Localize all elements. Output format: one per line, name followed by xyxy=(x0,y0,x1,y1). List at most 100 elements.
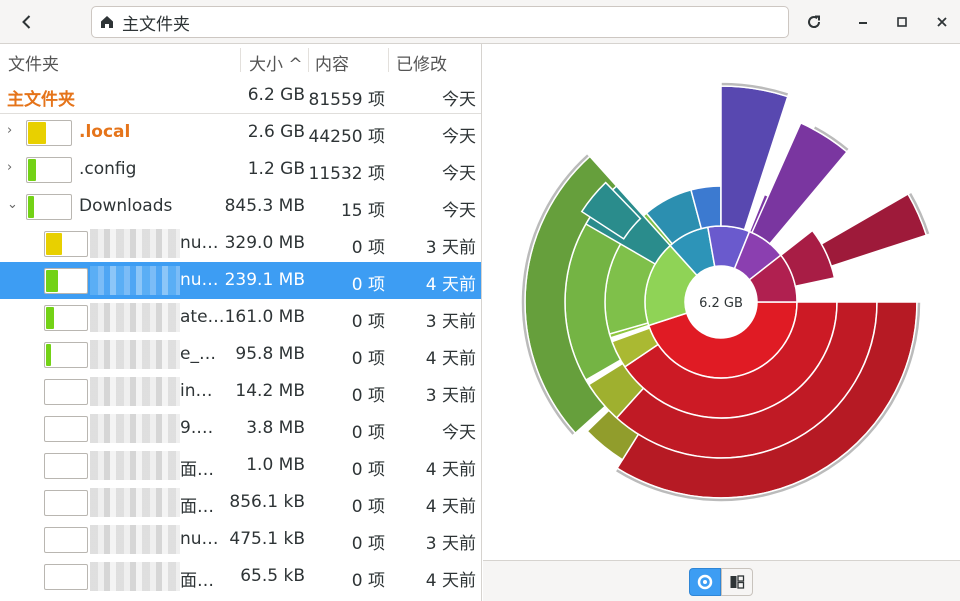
redacted-name xyxy=(90,451,180,480)
ring-chart[interactable]: 6.2 GB xyxy=(483,44,960,560)
root-contents: 81559 项 xyxy=(308,90,385,110)
ring-segment[interactable] xyxy=(820,192,928,268)
row-modified: 今天 xyxy=(442,201,476,221)
column-folder[interactable]: 文件夹 xyxy=(8,50,59,75)
refresh-button[interactable] xyxy=(798,6,830,38)
close-button[interactable] xyxy=(928,8,956,36)
row-name: Downloads xyxy=(79,196,173,216)
row-name: in… xyxy=(180,381,213,401)
column-modified[interactable]: 已修改 xyxy=(396,50,447,75)
redacted-name xyxy=(90,229,180,258)
close-icon xyxy=(937,17,947,27)
list-row[interactable]: nu… 475.1 kB 0 项 3 天前 xyxy=(0,521,481,558)
root-name: 主文件夹 xyxy=(7,90,75,110)
row-contents: 0 项 xyxy=(351,386,385,406)
row-contents: 0 项 xyxy=(351,275,385,295)
list-row[interactable]: nu… 239.1 MB 0 项 4 天前 xyxy=(0,262,481,299)
redacted-name xyxy=(90,377,180,406)
row-contents: 0 项 xyxy=(351,534,385,554)
row-size: 475.1 kB xyxy=(229,529,305,549)
root-row[interactable]: 主文件夹 6.2 GB 81559 项 今天 xyxy=(0,77,481,114)
row-modified: 3 天前 xyxy=(425,312,476,332)
redacted-name xyxy=(90,414,180,443)
folder-list: 文件夹 大小 ^ 内容 已修改 主文件夹 6.2 GB 81559 项 今天 ›… xyxy=(0,44,482,601)
expander-icon[interactable]: ⌄ xyxy=(7,197,18,212)
location-bar[interactable]: 主文件夹 xyxy=(91,6,789,38)
usage-bar xyxy=(44,564,88,590)
row-modified: 今天 xyxy=(442,127,476,147)
row-contents: 0 项 xyxy=(351,460,385,480)
usage-bar xyxy=(26,194,72,220)
row-name: ate… xyxy=(180,307,225,327)
redacted-name xyxy=(90,562,180,591)
row-modified: 3 天前 xyxy=(425,386,476,406)
row-modified: 4 天前 xyxy=(425,275,476,295)
redacted-name xyxy=(90,340,180,369)
row-size: 65.5 kB xyxy=(240,566,305,586)
column-header: 文件夹 大小 ^ 内容 已修改 xyxy=(0,44,481,77)
column-contents[interactable]: 内容 xyxy=(315,50,349,75)
row-size: 329.0 MB xyxy=(224,233,305,253)
row-size: 239.1 MB xyxy=(224,270,305,290)
row-modified: 今天 xyxy=(442,164,476,184)
list-row[interactable]: 面… 65.5 kB 0 项 4 天前 xyxy=(0,558,481,595)
list-row[interactable]: nu… 329.0 MB 0 项 3 天前 xyxy=(0,225,481,262)
list-row[interactable]: 面… 1.0 MB 0 项 4 天前 xyxy=(0,447,481,484)
row-modified: 3 天前 xyxy=(425,534,476,554)
list-row[interactable]: 面… 856.1 kB 0 项 4 天前 xyxy=(0,484,481,521)
row-name: nu… xyxy=(180,233,219,253)
expander-icon[interactable]: › xyxy=(7,160,12,175)
list-row[interactable]: e_… 95.8 MB 0 项 4 天前 xyxy=(0,336,481,373)
row-name: nu… xyxy=(180,529,219,549)
back-button[interactable] xyxy=(10,6,44,38)
home-icon xyxy=(101,16,113,28)
list-row[interactable]: 9.… 3.8 MB 0 项 今天 xyxy=(0,410,481,447)
expander-icon[interactable]: › xyxy=(7,123,12,138)
row-modified: 4 天前 xyxy=(425,497,476,517)
ring-chart-view-button[interactable] xyxy=(689,568,721,596)
minimize-button[interactable] xyxy=(849,8,877,36)
ring-chart-pane[interactable]: 6.2 GB xyxy=(483,44,960,560)
refresh-icon xyxy=(808,15,821,28)
chevron-left-icon xyxy=(22,15,31,29)
list-row[interactable]: › .config 1.2 GB 11532 项 今天 xyxy=(0,151,481,188)
list-row[interactable]: in… 14.2 MB 0 项 3 天前 xyxy=(0,373,481,410)
root-size: 6.2 GB xyxy=(247,85,305,105)
row-name: .config xyxy=(79,159,137,179)
row-size: 14.2 MB xyxy=(235,381,305,401)
usage-bar xyxy=(26,157,72,183)
row-modified: 4 天前 xyxy=(425,460,476,480)
row-size: 95.8 MB xyxy=(235,344,305,364)
row-contents: 44250 项 xyxy=(308,127,385,147)
maximize-button[interactable] xyxy=(888,8,916,36)
row-contents: 15 项 xyxy=(340,201,385,221)
minimize-icon xyxy=(859,22,867,24)
row-contents: 0 项 xyxy=(351,423,385,443)
row-modified: 4 天前 xyxy=(425,349,476,369)
usage-bar xyxy=(44,379,88,405)
view-switcher-bar xyxy=(483,560,960,601)
row-size: 856.1 kB xyxy=(229,492,305,512)
row-contents: 0 项 xyxy=(351,312,385,332)
treemap-view-button[interactable] xyxy=(721,568,753,596)
row-contents: 0 项 xyxy=(351,349,385,369)
row-contents: 0 项 xyxy=(351,238,385,258)
row-size: 1.2 GB xyxy=(247,159,305,179)
row-name: 面… xyxy=(180,460,214,480)
row-name: e_… xyxy=(180,344,216,364)
row-name: 9.… xyxy=(180,418,214,438)
maximize-icon xyxy=(897,17,907,27)
row-size: 845.3 MB xyxy=(224,196,305,216)
redacted-name xyxy=(90,303,180,332)
location-label: 主文件夹 xyxy=(122,14,190,35)
usage-bar xyxy=(26,120,72,146)
usage-bar xyxy=(44,342,88,368)
list-row[interactable]: › .local 2.6 GB 44250 项 今天 xyxy=(0,114,481,151)
row-size: 3.8 MB xyxy=(246,418,305,438)
list-row[interactable]: ate… 161.0 MB 0 项 3 天前 xyxy=(0,299,481,336)
ring-center-label: 6.2 GB xyxy=(699,296,743,311)
header-bar: 主文件夹 xyxy=(0,0,960,44)
column-size[interactable]: 大小 ^ xyxy=(249,50,303,75)
usage-bar xyxy=(44,527,88,553)
list-row[interactable]: ⌄ Downloads 845.3 MB 15 项 今天 xyxy=(0,188,481,225)
